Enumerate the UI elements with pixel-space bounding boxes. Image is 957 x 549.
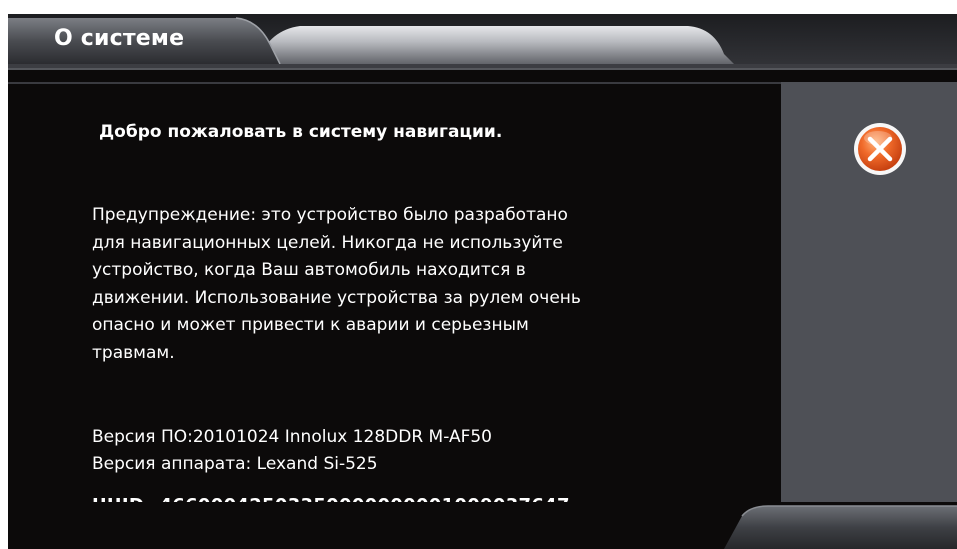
warning-text: Предупреждение: это устройство было разр… bbox=[92, 202, 762, 367]
footer-graphic bbox=[8, 502, 957, 549]
welcome-heading: Добро пожаловать в систему навигации. bbox=[99, 122, 503, 142]
footer-bar bbox=[8, 502, 957, 549]
close-x-circle-icon bbox=[854, 123, 906, 175]
version-info: Версия ПО:20101024 Innolux 128DDR M-AF50… bbox=[92, 424, 492, 478]
header-bar: О системе bbox=[8, 14, 957, 84]
hardware-version: Версия аппарата: Lexand Si-525 bbox=[92, 454, 378, 474]
about-content: Добро пожаловать в систему навигации. Пр… bbox=[8, 82, 781, 549]
warning-line: Предупреждение: это устройство было разр… bbox=[92, 205, 568, 225]
warning-line: устройство, когда Ваш автомобиль находит… bbox=[92, 260, 526, 280]
warning-line: для навигационных целей. Никогда не испо… bbox=[92, 232, 563, 253]
window-title: О системе bbox=[54, 26, 185, 51]
about-system-window: О системе Добро пожаловать в систему нав… bbox=[8, 14, 957, 549]
warning-line: движении. Использование устройства за ру… bbox=[92, 287, 581, 308]
warning-line: травмам. bbox=[92, 342, 175, 363]
warning-line: опасно и может привести к аварии и серье… bbox=[92, 315, 529, 335]
software-version: Версия ПО:20101024 Innolux 128DDR M-AF50 bbox=[92, 427, 492, 447]
close-button[interactable] bbox=[852, 121, 908, 177]
